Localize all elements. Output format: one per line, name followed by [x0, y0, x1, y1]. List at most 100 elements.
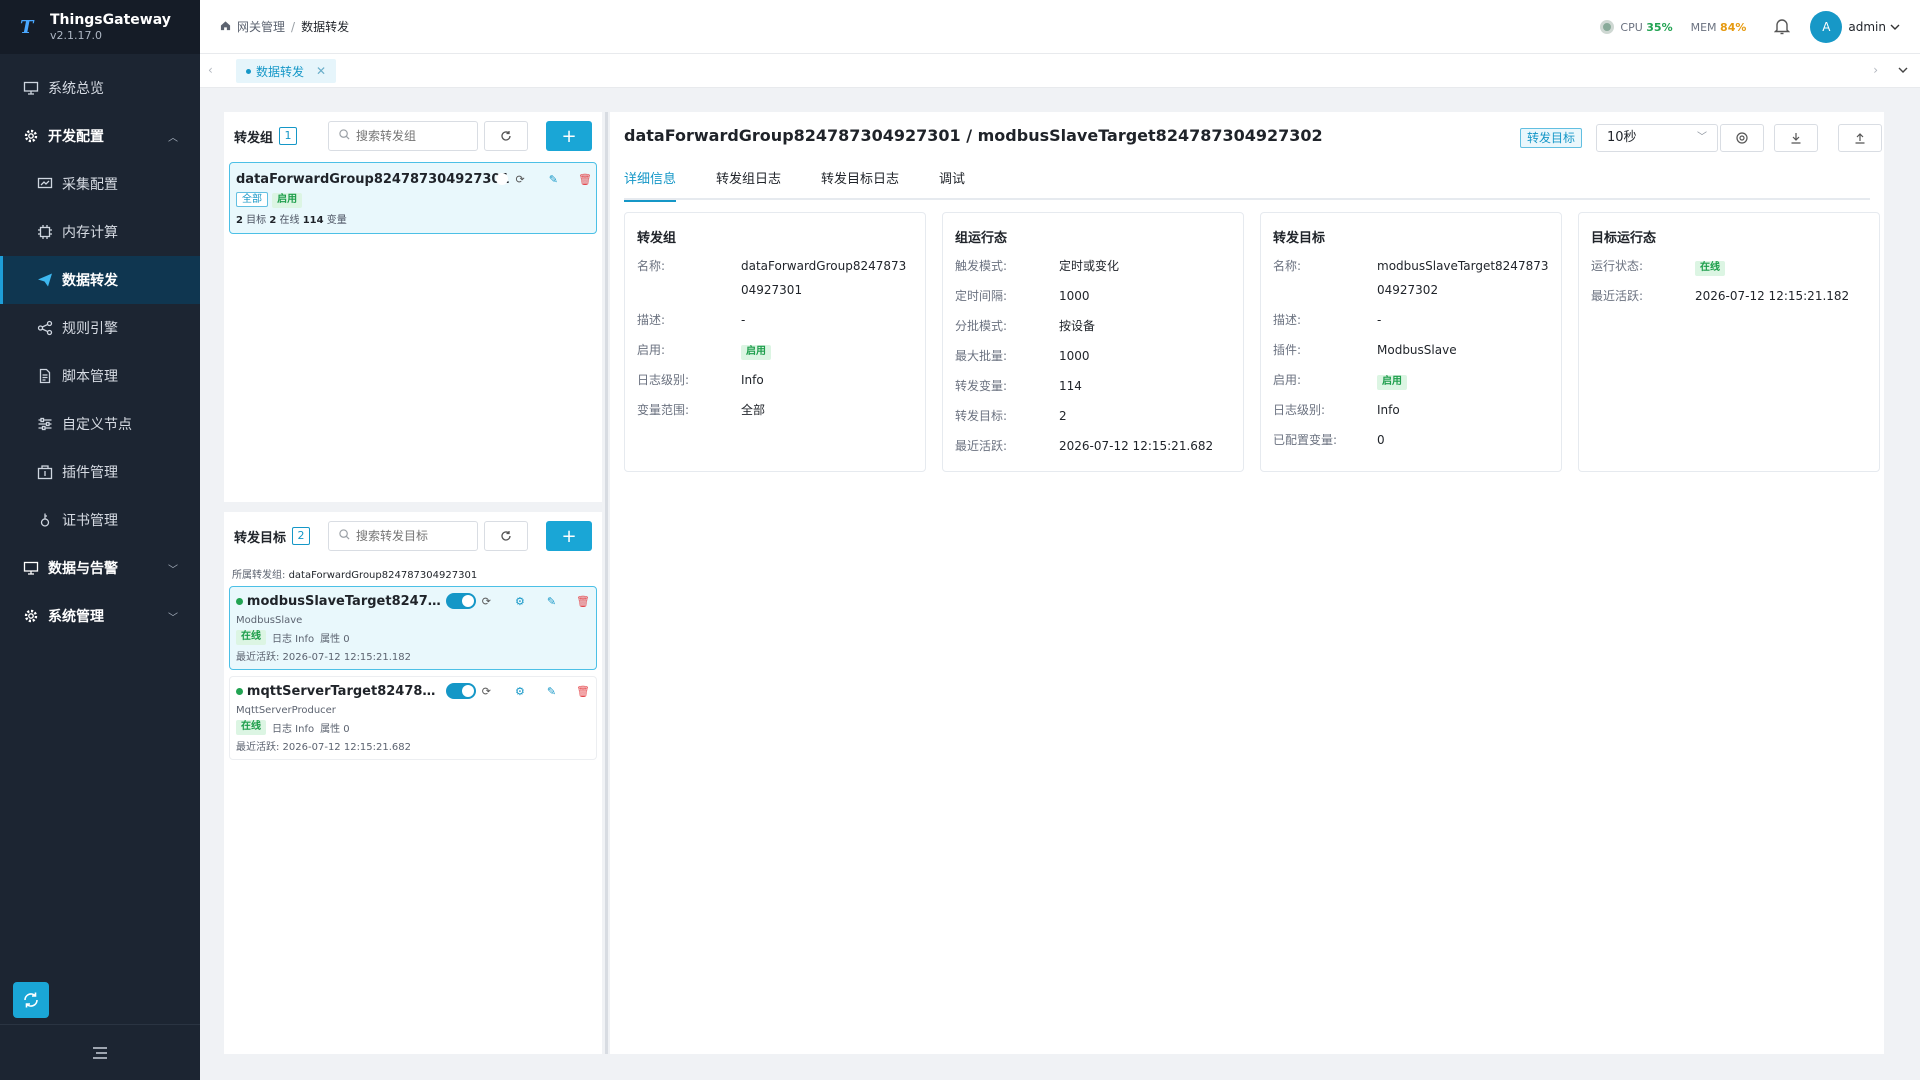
target-refresh-button[interactable] — [484, 521, 528, 551]
sidebar: T ThingsGateway v2.1.17.0 系统总览 开发配置 ︿ 采集… — [0, 0, 200, 1080]
status-badge: 启用 — [741, 345, 771, 360]
tab-target-log[interactable]: 转发目标日志 — [821, 168, 899, 200]
refresh-icon[interactable]: ⟳ — [482, 595, 491, 608]
send-icon — [36, 271, 54, 289]
chevron-down-icon[interactable] — [1898, 63, 1908, 77]
edit-icon[interactable]: ✎ — [547, 685, 556, 698]
forward-targets-card: 转发目标 2 + 所属转发组: dataForwardGroup82478730… — [224, 512, 602, 1054]
target-enable-toggle[interactable] — [446, 593, 476, 609]
chevron-down-icon: ﹀ — [1697, 132, 1707, 143]
chevron-down-icon: ﹀ — [168, 613, 178, 624]
owner-group-line: 所属转发组: dataForwardGroup824787304927301 — [232, 570, 478, 581]
user-name[interactable]: admin — [1848, 20, 1886, 34]
nav-item-rule-engine[interactable]: 规则引擎 — [0, 304, 200, 352]
logo-icon: T — [20, 17, 34, 38]
download-icon — [1791, 133, 1801, 144]
target-icon — [1736, 132, 1748, 144]
tag-all: 全部 — [236, 192, 268, 207]
cpu-usage: CPU 35% — [1620, 20, 1673, 34]
plus-icon: + — [561, 525, 577, 547]
brand[interactable]: T ThingsGateway v2.1.17.0 — [0, 0, 200, 54]
nav-item-plugin-manage[interactable]: 插件管理 — [0, 448, 200, 496]
collapse-sidebar-button[interactable] — [0, 1024, 200, 1080]
target-runtime-card: 目标运行态 运行状态: 在线 最近活跃: 2026-07-12 12:15:21.1… — [1578, 212, 1880, 472]
edit-icon[interactable]: ✎ — [549, 173, 558, 186]
nav-item-collect-config[interactable]: 采集配置 — [0, 160, 200, 208]
status-badge: 在线 — [236, 630, 266, 645]
target-item[interactable]: mqttServerTarget824787304927303 ⟳ ⚙ ✎ 🗑 … — [229, 676, 597, 760]
refresh-icon[interactable]: ⟳ — [482, 685, 491, 698]
targets-title: 转发目标 — [234, 530, 287, 546]
tab-debug[interactable]: 调试 — [939, 168, 965, 200]
targets-header: 转发目标 2 + — [224, 512, 602, 560]
chevron-left-icon[interactable]: ‹ — [208, 63, 213, 77]
chip-icon — [36, 223, 54, 241]
refresh-icon[interactable]: ⟳ — [516, 173, 525, 186]
nav-item-overview[interactable]: 系统总览 — [0, 64, 200, 112]
nav-item-data-forward[interactable]: 数据转发 — [0, 256, 200, 304]
target-item-plugin: ModbusSlave — [236, 615, 303, 626]
panel-splitter[interactable] — [605, 112, 608, 1054]
search-icon — [339, 129, 350, 143]
page-tab-data-forward[interactable]: 数据转发 ✕ — [236, 59, 337, 83]
detail-title: dataForwardGroup824787304927301 / modbus… — [624, 126, 1323, 145]
record-button[interactable] — [1720, 124, 1764, 152]
download-button[interactable] — [1774, 124, 1818, 152]
sync-button[interactable] — [13, 982, 49, 1018]
chevron-down-icon[interactable] — [1890, 21, 1900, 34]
plus-icon: + — [561, 125, 577, 147]
nav-item-custom-node[interactable]: 自定义节点 — [0, 400, 200, 448]
online-dot — [236, 687, 243, 695]
refresh-icon — [501, 531, 511, 541]
target-enable-toggle[interactable] — [446, 683, 476, 699]
target-search-input[interactable] — [356, 529, 466, 543]
group-item-name: dataForwardGroup824787304927301 — [236, 171, 510, 187]
settings-icon[interactable]: ⚙ — [515, 685, 525, 698]
targets-count-badge: 2 — [292, 527, 311, 545]
app-name: ThingsGateway — [50, 12, 171, 28]
group-info-card: 转发组 名称: dataForwardGroup824787304927301 描… — [624, 212, 926, 472]
delete-icon[interactable]: 🗑 — [576, 595, 590, 608]
delete-icon[interactable]: 🗑 — [578, 173, 592, 186]
upload-button[interactable] — [1838, 124, 1882, 152]
target-item[interactable]: modbusSlaveTarget824787304927302 ⟳ ⚙ ✎ 🗑… — [229, 586, 597, 670]
nav-item-memory-compute[interactable]: 内存计算 — [0, 208, 200, 256]
nav-item-cert-manage[interactable]: 证书管理 — [0, 496, 200, 544]
nav-item-dev-config[interactable]: 开发配置 ︿ — [0, 112, 200, 160]
group-refresh-button[interactable] — [484, 121, 528, 151]
nav-item-data-alarm[interactable]: 数据与告警 ﹀ — [0, 544, 200, 592]
breadcrumb: 网关管理 / 数据转发 — [220, 18, 349, 35]
nav-item-system-manage[interactable]: 系统管理 ﹀ — [0, 592, 200, 640]
group-search[interactable] — [328, 121, 478, 151]
settings-icon[interactable]: ⚙ — [515, 595, 525, 608]
group-item[interactable]: dataForwardGroup824787304927301 ⟳ ✎ 🗑 全部… — [229, 162, 597, 234]
monitor-icon — [22, 79, 40, 97]
status-dot-icon — [1600, 20, 1615, 34]
target-search[interactable] — [328, 521, 478, 551]
groups-header: 转发组 1 + — [224, 112, 602, 160]
nav-item-script-manage[interactable]: 脚本管理 — [0, 352, 200, 400]
close-icon[interactable]: ✕ — [316, 64, 326, 78]
chevron-right-icon[interactable]: › — [1873, 63, 1878, 77]
add-group-button[interactable]: + — [546, 121, 592, 151]
refresh-interval-select[interactable]: 10秒 ﹀ — [1596, 124, 1718, 152]
tab-group-log[interactable]: 转发组日志 — [716, 168, 781, 200]
menu-icon — [93, 1046, 107, 1059]
plugin-icon — [36, 463, 54, 481]
status-badge: 启用 — [1377, 375, 1407, 390]
target-type-badge: 转发目标 — [1520, 128, 1583, 148]
tag-enabled: 启用 — [272, 193, 303, 208]
group-search-input[interactable] — [356, 129, 466, 143]
search-icon — [339, 529, 350, 543]
bell-icon[interactable] — [1774, 17, 1791, 38]
edit-icon[interactable]: ✎ — [547, 595, 556, 608]
breadcrumb-item-gateway[interactable]: 网关管理 — [237, 18, 285, 35]
detail-tabs: 详细信息 转发组日志 转发目标日志 调试 — [624, 168, 1870, 202]
add-target-button[interactable]: + — [546, 521, 592, 551]
delete-icon[interactable]: 🗑 — [576, 685, 590, 698]
chevron-up-icon: ︿ — [168, 133, 178, 144]
avatar[interactable]: A — [1810, 11, 1843, 43]
tab-details[interactable]: 详细信息 — [624, 168, 677, 202]
home-icon[interactable] — [220, 20, 231, 34]
gear-icon — [22, 607, 40, 625]
